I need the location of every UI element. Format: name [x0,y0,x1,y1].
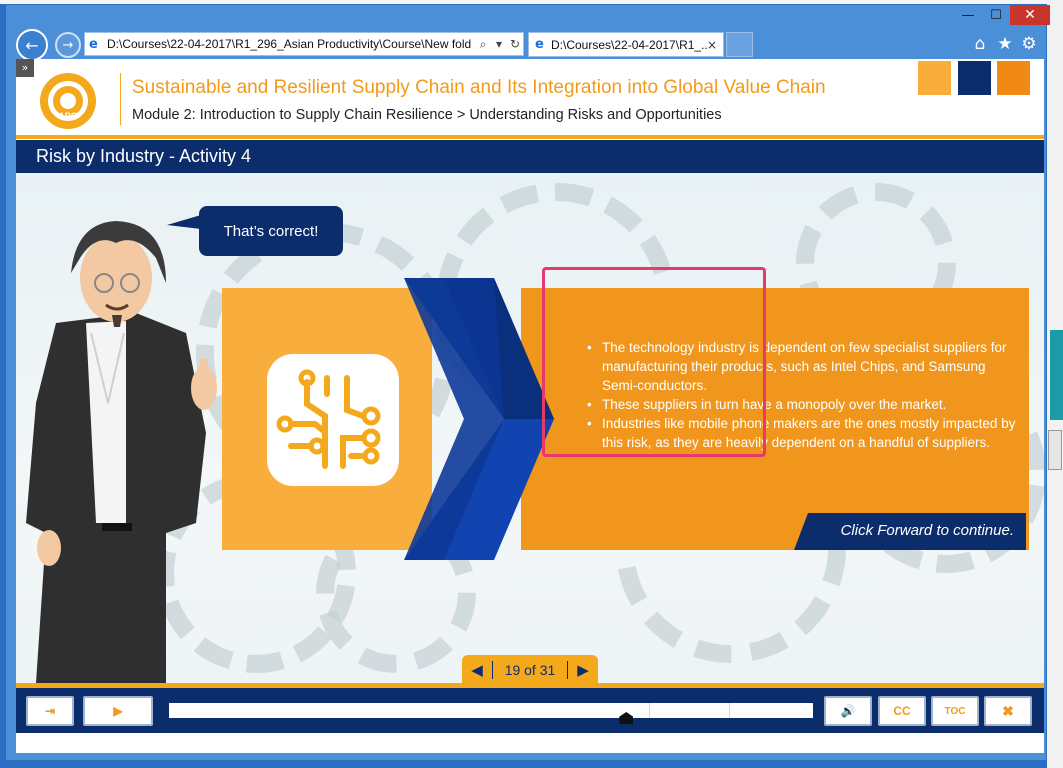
play-button[interactable]: ▶ [83,696,153,726]
favorites-star-icon[interactable]: ★ [994,33,1016,55]
forward-arrow-icon: → [62,37,74,53]
browser-window: — ☐ ✕ ← → e D:\Courses\22-04-2017\R1_296… [5,4,1050,761]
exit-icon: ⇥ [44,704,56,718]
course-player: » APO Sustainable and Resilient Supply C… [16,59,1044,753]
tab-close-icon[interactable]: × [707,38,723,52]
collapse-toggle-button[interactable]: » [16,59,34,77]
address-url[interactable]: D:\Courses\22-04-2017\R1_296_Asian Produ… [107,37,475,51]
browser-tab[interactable]: e D:\Courses\22-04-2017\R1_... × [528,32,724,57]
logo-text: APO [58,111,78,121]
speech-bubble: That’s correct! [199,206,343,256]
continue-prompt-text: Click Forward to continue. [840,522,1014,539]
forward-button[interactable]: → [55,32,81,58]
gear-icon[interactable]: ⚙ [1018,33,1040,55]
address-bar[interactable]: e D:\Courses\22-04-2017\R1_296_Asian Pro… [84,32,524,56]
slide-title-bar: Risk by Industry - Activity 4 [16,140,1044,173]
logo-core [60,93,76,109]
search-icon[interactable]: ⌕ [475,37,491,52]
cc-button[interactable]: CC [878,696,926,726]
circuit-chip-icon [267,354,399,486]
prev-slide-button[interactable]: ◀ [462,661,492,679]
close-icon: ✖ [1002,702,1014,719]
toc-label: TOC [944,705,966,717]
module-breadcrumb: Module 2: Introduction to Supply Chain R… [132,107,722,123]
course-title: Sustainable and Resilient Supply Chain a… [132,77,826,98]
brand-square-navy [958,61,991,95]
progress-tick [649,703,650,718]
slide-pager: ◀ 19 of 31 ▶ [462,655,598,683]
brand-square-light-orange [918,61,951,95]
toc-button[interactable]: TOC [931,696,979,726]
ie-page-icon: e [89,36,98,52]
play-icon: ▶ [113,704,123,718]
next-slide-button[interactable]: ▶ [568,661,598,679]
header-divider [120,73,121,125]
header-orange-rule [16,135,1044,139]
slide-title: Risk by Industry - Activity 4 [36,146,252,166]
background-teal-block [1050,330,1063,420]
slide-counter: 19 of 31 [504,662,556,678]
chevron-down-icon[interactable]: ▾ [491,37,507,51]
progress-knob[interactable] [619,712,634,724]
highlight-box [542,267,766,457]
exit-button[interactable]: ⇥ [26,696,74,726]
volume-icon: 🔊 [840,704,856,718]
player-footer [16,733,1044,753]
back-button[interactable]: ← [16,29,48,61]
presenter-character [26,221,217,683]
home-icon[interactable]: ⌂ [969,33,991,55]
tab-title: D:\Courses\22-04-2017\R1_... [551,37,707,52]
cc-label: CC [893,704,911,718]
close-window-button[interactable]: ✕ [1010,5,1050,25]
slide-stage: That’s correct! • The technology industr… [16,173,1044,683]
continue-prompt: Click Forward to continue. [794,513,1026,550]
close-course-button[interactable]: ✖ [984,696,1032,726]
minimize-button[interactable]: — [954,5,982,25]
progress-tick [729,703,730,718]
controls-orange-rule [16,683,1044,688]
progress-bar[interactable] [169,703,813,724]
apo-logo: APO [40,73,96,129]
chevron-divider-graphic [404,278,554,560]
speech-bubble-tail [167,215,201,229]
background-scrollbar [1048,430,1062,470]
maximize-button[interactable]: ☐ [982,5,1010,25]
volume-button[interactable]: 🔊 [824,696,872,726]
back-arrow-icon: ← [25,35,39,55]
ie-tab-icon: e [535,37,544,52]
brand-square-orange [997,61,1030,95]
player-controls: ⇥ ▶ 🔊 CC TOC ✖ [16,683,1044,733]
refresh-icon[interactable]: ↻ [507,37,523,51]
background-window-edge [1047,0,1063,768]
new-tab-button[interactable] [726,32,753,57]
